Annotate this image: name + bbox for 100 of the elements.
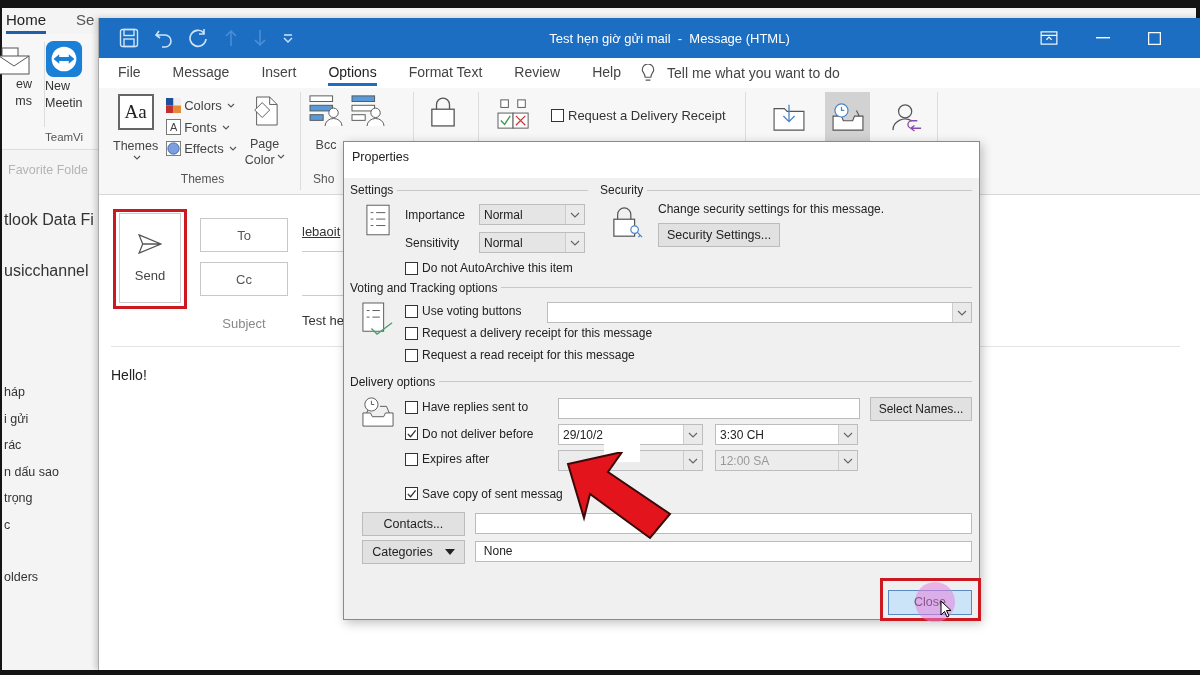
ribbon-tab[interactable]: Options: [328, 60, 377, 86]
checkbox-label: Request a read receipt for this message: [422, 348, 635, 363]
customize-icon[interactable]: [282, 32, 294, 44]
categories-field[interactable]: None: [474, 541, 972, 562]
page-color-button[interactable]: Page Color: [244, 92, 285, 167]
subject-field[interactable]: Test he: [302, 313, 344, 328]
folder-item[interactable]: i gửi: [2, 405, 29, 432]
folder-item[interactable]: rác: [2, 432, 22, 459]
cc-button[interactable]: Cc: [200, 262, 288, 296]
dialog-title: Properties: [344, 142, 979, 178]
ribbon-tab[interactable]: Message: [172, 60, 230, 86]
select-names-button[interactable]: Select Names...: [870, 396, 972, 421]
checkbox-label: Expires after: [422, 452, 490, 467]
checkbox-label: Use voting buttons: [422, 304, 522, 319]
caret-icon: [843, 457, 853, 464]
lightbulb-icon: [641, 63, 655, 83]
themes-button[interactable]: Aa Themes: [113, 92, 159, 160]
button-label[interactable]: ms: [15, 93, 32, 110]
select-dropdown[interactable]: Normal: [479, 204, 585, 225]
checkbox[interactable]: [405, 304, 418, 318]
caret-icon: [957, 309, 967, 316]
ribbon-tab[interactable]: Format Text: [408, 60, 483, 86]
ribbon-tab[interactable]: Insert: [261, 60, 297, 86]
clock-tray-icon: [831, 103, 864, 131]
folder-item[interactable]: n dấu sao: [2, 458, 59, 485]
section-heading: Settings: [350, 183, 394, 197]
checkbox-label: Have replies sent to: [422, 400, 529, 415]
caret-icon: [688, 431, 698, 438]
undo-icon[interactable]: [154, 28, 174, 48]
folder-item[interactable]: c: [2, 511, 11, 538]
section-heading: Voting and Tracking options: [350, 280, 498, 295]
effects-icon: [166, 141, 182, 156]
checkbox-label: Do not AutoArchive this item: [422, 261, 573, 275]
button-label[interactable]: New: [45, 78, 70, 95]
bcc-button[interactable]: Bcc: [309, 92, 343, 152]
folder-item[interactable]: trọng: [2, 485, 33, 512]
field-label: Sensitivity: [405, 235, 461, 250]
ribbon-tab[interactable]: File: [118, 60, 141, 86]
palette-icon: [166, 98, 182, 113]
checkbox[interactable]: [405, 348, 418, 362]
save-icon[interactable]: [119, 28, 139, 48]
categories-button[interactable]: Categories: [362, 539, 465, 564]
favorites-header: Favorite Folde: [7, 162, 89, 179]
caret-icon: [444, 548, 455, 555]
colors-button[interactable]: Colors: [166, 98, 237, 113]
ribbon-display-icon[interactable]: [1040, 31, 1058, 45]
field-label: Importance: [405, 207, 467, 222]
button-label[interactable]: Meetin: [45, 95, 83, 112]
lock-icon[interactable]: [430, 96, 456, 128]
checkbox-label: Request a delivery receipt for this message: [422, 326, 653, 341]
ribbon-tab[interactable]: Review: [514, 60, 561, 86]
caret-icon: [226, 103, 235, 108]
delay-delivery-button[interactable]: [825, 92, 870, 142]
clock-tray-icon: [361, 395, 394, 428]
list-icon: [365, 204, 390, 236]
button-label[interactable]: ew: [16, 76, 32, 93]
checkbox[interactable]: [405, 400, 418, 414]
tracking-icon[interactable]: [497, 98, 531, 130]
address-list-icon: [309, 94, 343, 126]
person-arrow-icon: [890, 102, 923, 132]
recipient-link[interactable]: lebaoit: [302, 224, 341, 239]
checkbox[interactable]: [405, 427, 418, 441]
checklist-icon: [361, 301, 394, 336]
contacts-field[interactable]: [474, 513, 972, 534]
reply-address-field[interactable]: [558, 398, 860, 419]
account-name[interactable]: usicchannel: [2, 246, 89, 296]
search-field[interactable]: Tell me what you want to do: [667, 65, 840, 81]
folder-download-icon: [772, 103, 805, 131]
checkbox[interactable]: [551, 109, 564, 122]
to-button[interactable]: To: [200, 218, 288, 252]
themes-icon: Aa: [117, 94, 154, 130]
lock-key-icon: [612, 206, 644, 240]
folder-heading[interactable]: olders: [2, 564, 39, 591]
group-label: TeamVi: [45, 131, 84, 145]
ribbon-tab[interactable]: Help: [592, 60, 621, 86]
ribbon-tab[interactable]: Se: [76, 11, 95, 34]
checkbox-label: Do not deliver before: [422, 426, 534, 441]
fonts-button[interactable]: A Fonts: [166, 119, 237, 135]
send-button[interactable]: Send: [119, 213, 181, 303]
contacts-button[interactable]: Contacts...: [362, 511, 465, 536]
checkbox[interactable]: [405, 326, 418, 340]
folder-item[interactable]: háp: [2, 379, 25, 406]
security-description: Change security settings for this message.: [658, 202, 885, 216]
checkbox[interactable]: [405, 487, 418, 501]
time-dropdown[interactable]: 3:30 CH: [715, 424, 858, 445]
caret-icon: [570, 239, 580, 246]
security-settings-button[interactable]: Security Settings...: [658, 223, 781, 247]
checkbox[interactable]: [405, 261, 418, 275]
caret-icon: [132, 155, 141, 160]
effects-button[interactable]: Effects: [166, 141, 237, 156]
checkbox[interactable]: [405, 452, 418, 466]
checkbox-label: Request a Delivery Receipt: [568, 108, 726, 123]
group-label: Sho: [312, 172, 336, 188]
click-highlight: [915, 582, 955, 622]
caret-icon: [843, 431, 853, 438]
redo-icon[interactable]: [189, 28, 209, 48]
message-body[interactable]: Hello!: [99, 347, 211, 383]
select-dropdown[interactable]: Normal: [479, 232, 585, 253]
maximize-icon[interactable]: [1148, 31, 1161, 45]
account-name[interactable]: tlook Data Fi: [2, 195, 94, 245]
